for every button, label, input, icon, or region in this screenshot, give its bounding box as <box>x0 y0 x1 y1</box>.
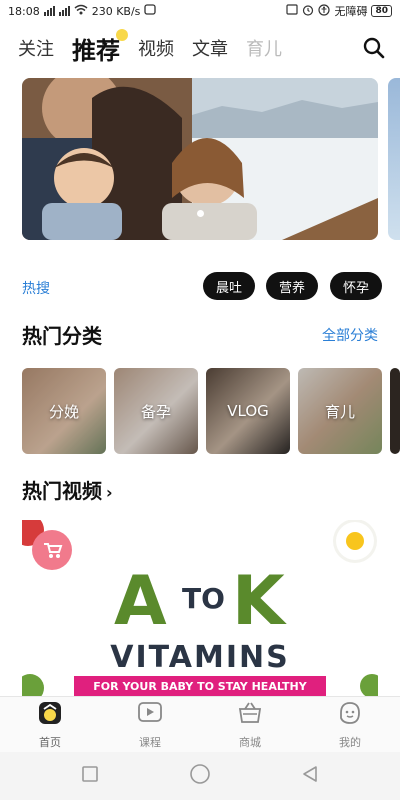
back-triangle-icon[interactable] <box>301 765 319 787</box>
banner-carousel[interactable] <box>0 78 400 240</box>
battery-indicator: 80 <box>371 5 392 17</box>
tab-article[interactable]: 文章 <box>192 35 228 61</box>
category-label: VLOG <box>227 402 269 420</box>
home-icon <box>37 700 63 730</box>
status-right: 无障碍 80 <box>286 3 392 19</box>
egg-icon <box>336 522 374 560</box>
banner-image[interactable] <box>22 78 378 240</box>
banner-next-preview[interactable] <box>388 78 400 240</box>
all-categories-link[interactable]: 全部分类 <box>322 325 378 345</box>
wifi-icon <box>74 4 88 18</box>
category-parenting[interactable]: 育儿 <box>298 368 382 454</box>
home-circle-icon[interactable] <box>189 763 211 789</box>
chevron-right-icon: › <box>106 483 113 502</box>
status-bar: 18:08 230 KB/s 无障碍 80 <box>0 0 400 22</box>
top-tabs: 关注 推荐 视频 文章 育儿 <box>0 28 400 66</box>
nav-home-label: 首页 <box>39 735 61 749</box>
hot-search-label: 热搜 <box>22 281 50 297</box>
tab-recommend[interactable]: 推荐 <box>72 28 128 66</box>
hot-search-chip[interactable]: 怀孕 <box>330 272 382 300</box>
category-vlog[interactable]: VLOG <box>206 368 290 454</box>
video-letter-k: K <box>232 562 285 641</box>
nfc-icon <box>286 4 299 18</box>
video-letter-a: A <box>114 562 167 641</box>
status-time: 18:08 <box>8 4 40 18</box>
stroller-icon <box>32 530 72 570</box>
category-pregnancy-prep[interactable]: 备孕 <box>114 368 198 454</box>
category-childbirth[interactable]: 分娩 <box>22 368 106 454</box>
nav-mall[interactable]: 商城 <box>200 697 300 752</box>
network-speed: 230 KB/s <box>91 4 141 18</box>
category-label: 分娩 <box>48 402 79 421</box>
tab-video[interactable]: 视频 <box>138 35 174 61</box>
category-label: 育儿 <box>324 402 355 421</box>
hot-videos-title[interactable]: 热门视频 › <box>22 475 113 504</box>
active-tab-dot <box>116 28 128 41</box>
nav-profile[interactable]: 我的 <box>300 697 400 752</box>
basket-icon <box>237 700 263 730</box>
hot-categories-title: 热门分类 <box>22 324 102 348</box>
carousel-dot-active <box>197 210 204 217</box>
accessibility-icon <box>318 3 331 19</box>
nav-profile-label: 我的 <box>339 735 361 749</box>
search-icon[interactable] <box>362 36 386 60</box>
nav-mall-label: 商城 <box>239 735 261 749</box>
hot-search: 热搜 晨吐 营养 怀孕 <box>0 272 400 302</box>
category-next-preview[interactable] <box>390 368 400 454</box>
accessibility-text: 无障碍 <box>334 5 368 18</box>
category-list: 分娩 备孕 VLOG 育儿 <box>0 368 400 454</box>
hot-search-chip[interactable]: 晨吐 <box>203 272 255 300</box>
hot-videos-label: 热门视频 <box>22 479 102 503</box>
play-icon <box>137 700 163 730</box>
video-tagline: FOR YOUR BABY TO STAY HEALTHY <box>74 676 326 696</box>
tab-recommend-label: 推荐 <box>72 36 120 65</box>
nav-courses-label: 课程 <box>139 735 161 749</box>
status-left: 18:08 230 KB/s <box>8 4 157 18</box>
signal-icon-2 <box>58 6 70 16</box>
video-to-text: TO <box>182 582 225 615</box>
alarm-icon <box>302 4 314 19</box>
video-headline: VITAMINS <box>110 640 290 675</box>
tab-follow[interactable]: 关注 <box>18 35 54 61</box>
nav-home[interactable]: 首页 <box>0 697 100 752</box>
app-notification-icon <box>144 4 157 18</box>
nav-courses[interactable]: 课程 <box>100 697 200 752</box>
tab-parenting[interactable]: 育儿 <box>246 35 282 61</box>
bottom-navigation: 首页 课程 商城 我的 <box>0 696 400 752</box>
recent-apps-icon[interactable] <box>81 765 99 787</box>
profile-icon <box>337 700 363 730</box>
signal-icon <box>43 6 55 16</box>
video-card[interactable]: A TO K VITAMINS FOR YOUR BABY TO STAY HE… <box>22 520 378 696</box>
system-navigation <box>0 752 400 800</box>
hot-search-chip[interactable]: 营养 <box>266 272 318 300</box>
category-label: 备孕 <box>140 402 171 421</box>
